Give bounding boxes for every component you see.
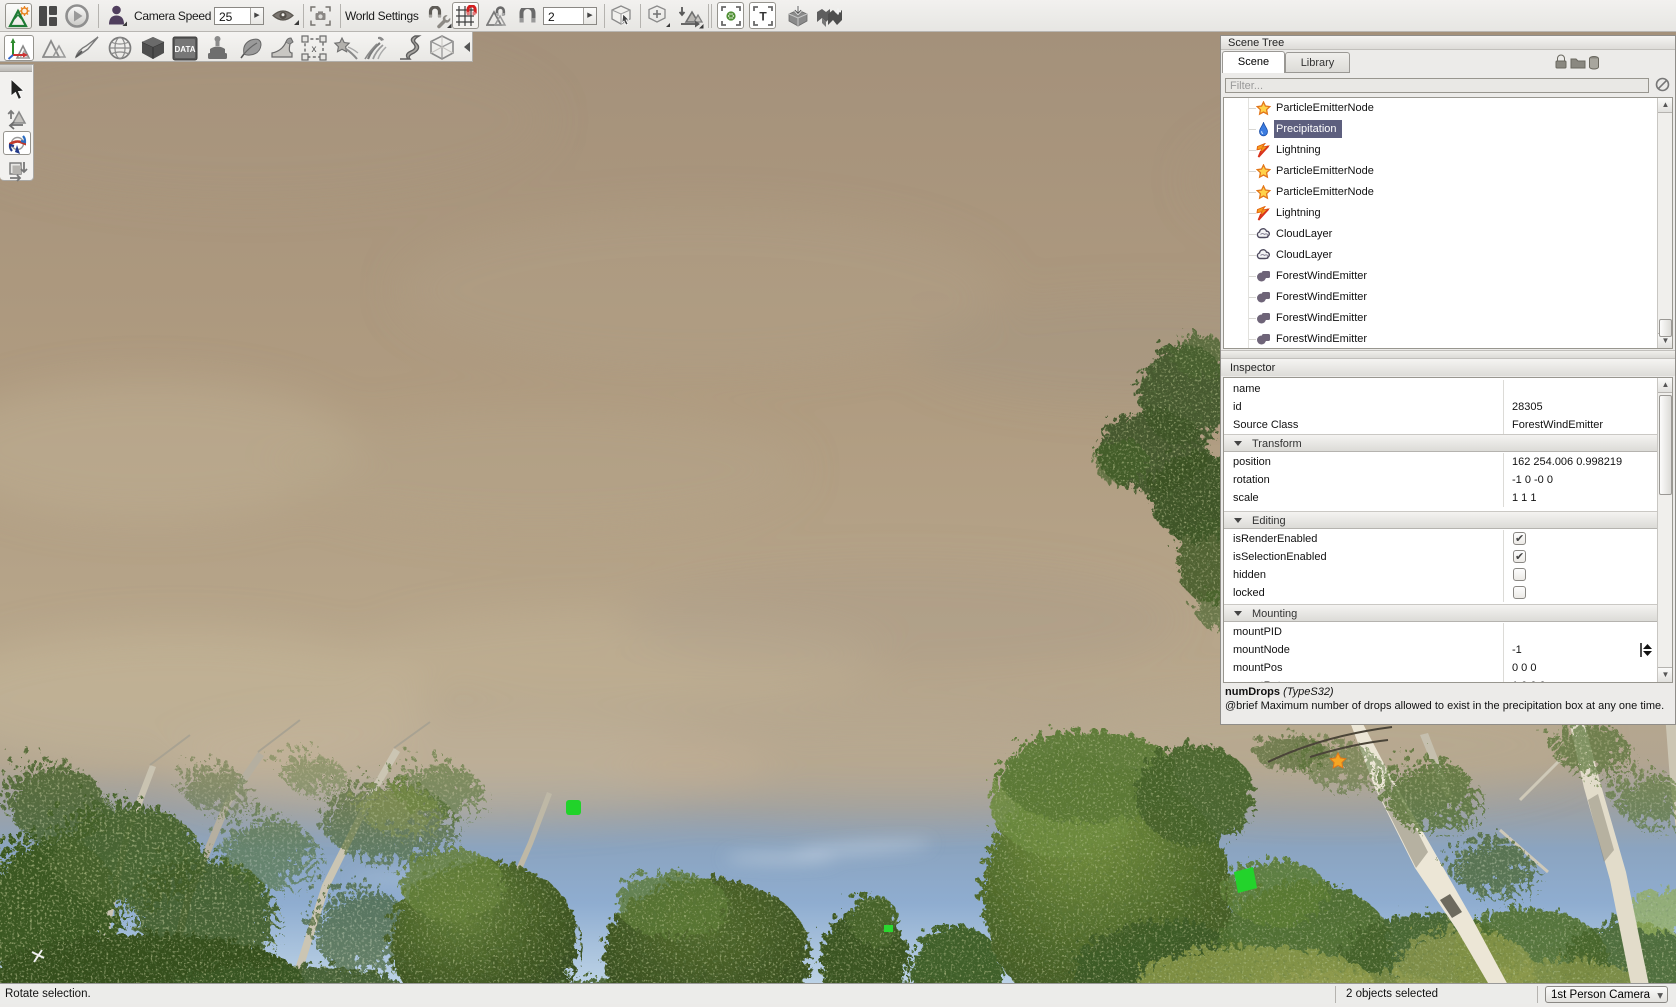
svg-text:T: T (759, 10, 767, 24)
svg-text:x: x (312, 44, 317, 55)
svg-text:DATA: DATA (174, 45, 195, 54)
